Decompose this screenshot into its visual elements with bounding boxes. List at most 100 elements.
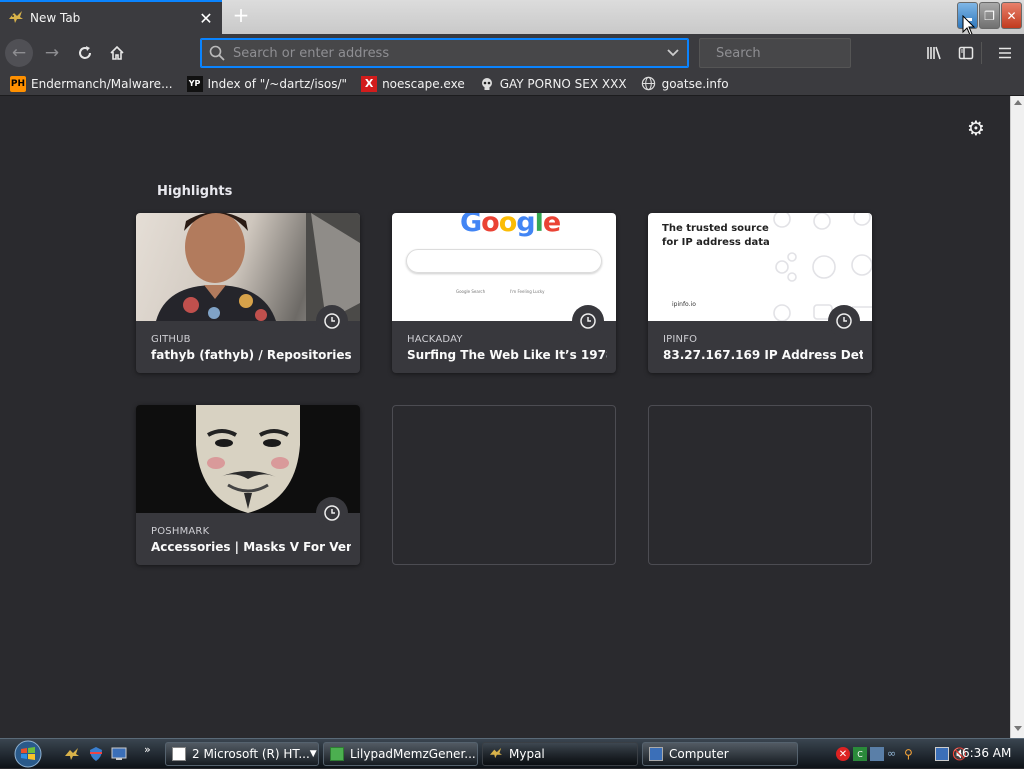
close-window-button[interactable]: ✕: [1001, 2, 1022, 29]
highlight-card[interactable]: POSHMARK Accessories | Masks V For Vende…: [136, 405, 360, 565]
recent-clock-icon: [572, 305, 604, 337]
link-tray-icon[interactable]: ∞: [887, 747, 901, 761]
new-tab-page: ⚙ Highlights GITHUB fathyb (fathyb) / Re…: [0, 96, 1010, 738]
bookmark-item[interactable]: PH Endermanch/Malware...: [10, 75, 173, 92]
sidebar-button[interactable]: [952, 39, 980, 67]
tab-new-tab[interactable]: New Tab ✕: [0, 0, 222, 34]
error-tray-icon[interactable]: ✕: [836, 747, 850, 761]
start-button[interactable]: [6, 739, 50, 769]
x-icon: X: [361, 75, 378, 92]
quicklaunch-overflow-icon[interactable]: »: [144, 743, 151, 756]
toolbar-separator: [981, 42, 982, 64]
section-title: Highlights: [157, 184, 233, 199]
tab-strip: New Tab ✕ + ❐ ✕: [0, 0, 1024, 36]
windows-taskbar: » 2 Microsoft (R) HT... ▼ LilypadMemzGen…: [0, 738, 1024, 768]
scroll-up-arrow[interactable]: [1014, 100, 1022, 105]
bookmark-item[interactable]: YP Index of "/~dartz/isos/": [186, 75, 348, 92]
ipinfo-brand: ipinfo.io: [672, 301, 696, 308]
google-search-box: [406, 249, 602, 273]
close-icon: ✕: [1006, 8, 1017, 23]
security-quicklaunch-icon[interactable]: [88, 746, 104, 765]
taskbar-clock[interactable]: 6:36 AM: [962, 746, 1011, 760]
bookmark-label: Index of "/~dartz/isos/": [207, 76, 348, 91]
scroll-down-arrow[interactable]: [1014, 726, 1022, 731]
taskbar-item[interactable]: Computer: [642, 742, 798, 766]
reload-button[interactable]: [71, 39, 99, 67]
recent-clock-icon: [316, 497, 348, 529]
taskbar-item-label: LilypadMemzGener...: [350, 747, 476, 761]
google-search-button: Google Search: [456, 289, 486, 294]
bookmarks-toolbar: PH Endermanch/Malware... YP Index of "/~…: [0, 72, 1024, 96]
search-bar[interactable]: [699, 38, 886, 68]
pornhub-icon: PH: [10, 75, 26, 92]
computer-icon: [649, 747, 663, 761]
search-input[interactable]: [716, 45, 886, 61]
tab-title: New Tab: [30, 11, 81, 25]
taskbar-item[interactable]: LilypadMemzGener...: [323, 742, 478, 766]
system-tray: ✕ C ∞ ⚲ 🔇: [836, 739, 968, 769]
card-source: IPINFO: [663, 334, 698, 345]
empty-highlight-slot: [648, 405, 872, 565]
highlight-card[interactable]: GITHUB fathyb (fathyb) / Repositories · …: [136, 213, 360, 373]
taskbar-item-label: Mypal: [509, 747, 545, 761]
highlight-card[interactable]: The trusted source for IP address data i…: [648, 213, 872, 373]
bookmark-item[interactable]: X noescape.exe: [361, 75, 465, 92]
navigation-toolbar: ← →: [0, 34, 1024, 72]
new-tab-button[interactable]: +: [230, 4, 252, 28]
bookmark-item[interactable]: goatse.info: [641, 76, 729, 92]
bookmark-item[interactable]: GAY PORNO SEX XXX: [479, 76, 627, 92]
console-window-icon: [172, 747, 186, 761]
highlight-card[interactable]: Google Google Search I'm Feeling Lucky H…: [392, 213, 616, 373]
forward-button[interactable]: →: [38, 39, 66, 67]
library-button[interactable]: [920, 39, 948, 67]
mypal-logo-icon: [8, 10, 24, 27]
settings-gear-icon[interactable]: ⚙: [967, 116, 985, 140]
back-button[interactable]: ←: [5, 39, 33, 67]
arrow-left-icon: ←: [11, 43, 27, 63]
home-icon: [110, 45, 124, 60]
card-title: Accessories | Masks V For Vende...: [151, 540, 351, 554]
card-title: Surfing The Web Like It’s 1978 ...: [407, 348, 607, 362]
empty-highlight-slot: [392, 405, 616, 565]
taskbar-item[interactable]: Mypal: [482, 742, 638, 766]
network-tray-icon[interactable]: [870, 747, 884, 761]
google-logo: Google: [460, 213, 561, 238]
close-tab-icon[interactable]: ✕: [198, 9, 214, 28]
recent-clock-icon: [828, 305, 860, 337]
search-icon: [209, 45, 225, 61]
card-source: POSHMARK: [151, 526, 210, 537]
desktop-quicklaunch-icon[interactable]: [111, 747, 127, 764]
decorative-icons: [773, 213, 872, 321]
address-bar[interactable]: [200, 38, 689, 68]
mypal-app-icon: [489, 747, 503, 761]
vertical-scrollbar[interactable]: [1010, 96, 1024, 738]
taskbar-item-label: 2 Microsoft (R) HT...: [192, 747, 310, 761]
ipinfo-headline-2: for IP address data: [662, 237, 770, 248]
menu-button[interactable]: [991, 39, 1019, 67]
card-source: HACKADAY: [407, 334, 463, 345]
skull-icon: [479, 76, 495, 92]
home-button[interactable]: [103, 39, 131, 67]
cpu-tray-icon[interactable]: C: [853, 747, 867, 761]
hamburger-menu-icon: [999, 47, 1011, 59]
card-source: GITHUB: [151, 334, 191, 345]
card-title: fathyb (fathyb) / Repositories · G...: [151, 348, 351, 362]
globe-icon: [641, 76, 657, 92]
taskbar-item[interactable]: 2 Microsoft (R) HT... ▼: [165, 742, 319, 766]
bookmark-label: goatse.info: [661, 76, 729, 91]
chevron-down-icon[interactable]: [666, 48, 680, 58]
card-title: 83.27.167.169 IP Address Details...: [663, 348, 863, 362]
restore-icon: ❐: [984, 8, 995, 23]
magnifier-tray-icon[interactable]: ⚲: [904, 747, 918, 761]
lilypad-app-icon: [330, 747, 344, 761]
bookmark-label: noescape.exe: [382, 76, 465, 91]
taskbar-item-label: Computer: [669, 747, 729, 761]
recent-clock-icon: [316, 305, 348, 337]
windows-start-icon: [14, 740, 42, 768]
arrow-right-icon: →: [44, 43, 60, 63]
mypal-quicklaunch-icon[interactable]: [64, 747, 80, 764]
browser-window: New Tab ✕ + ❐ ✕ ← → Search or enter addr…: [0, 0, 1024, 738]
display-tray-icon[interactable]: [935, 747, 949, 761]
restore-button[interactable]: ❐: [979, 2, 1000, 29]
address-input[interactable]: [233, 45, 666, 61]
